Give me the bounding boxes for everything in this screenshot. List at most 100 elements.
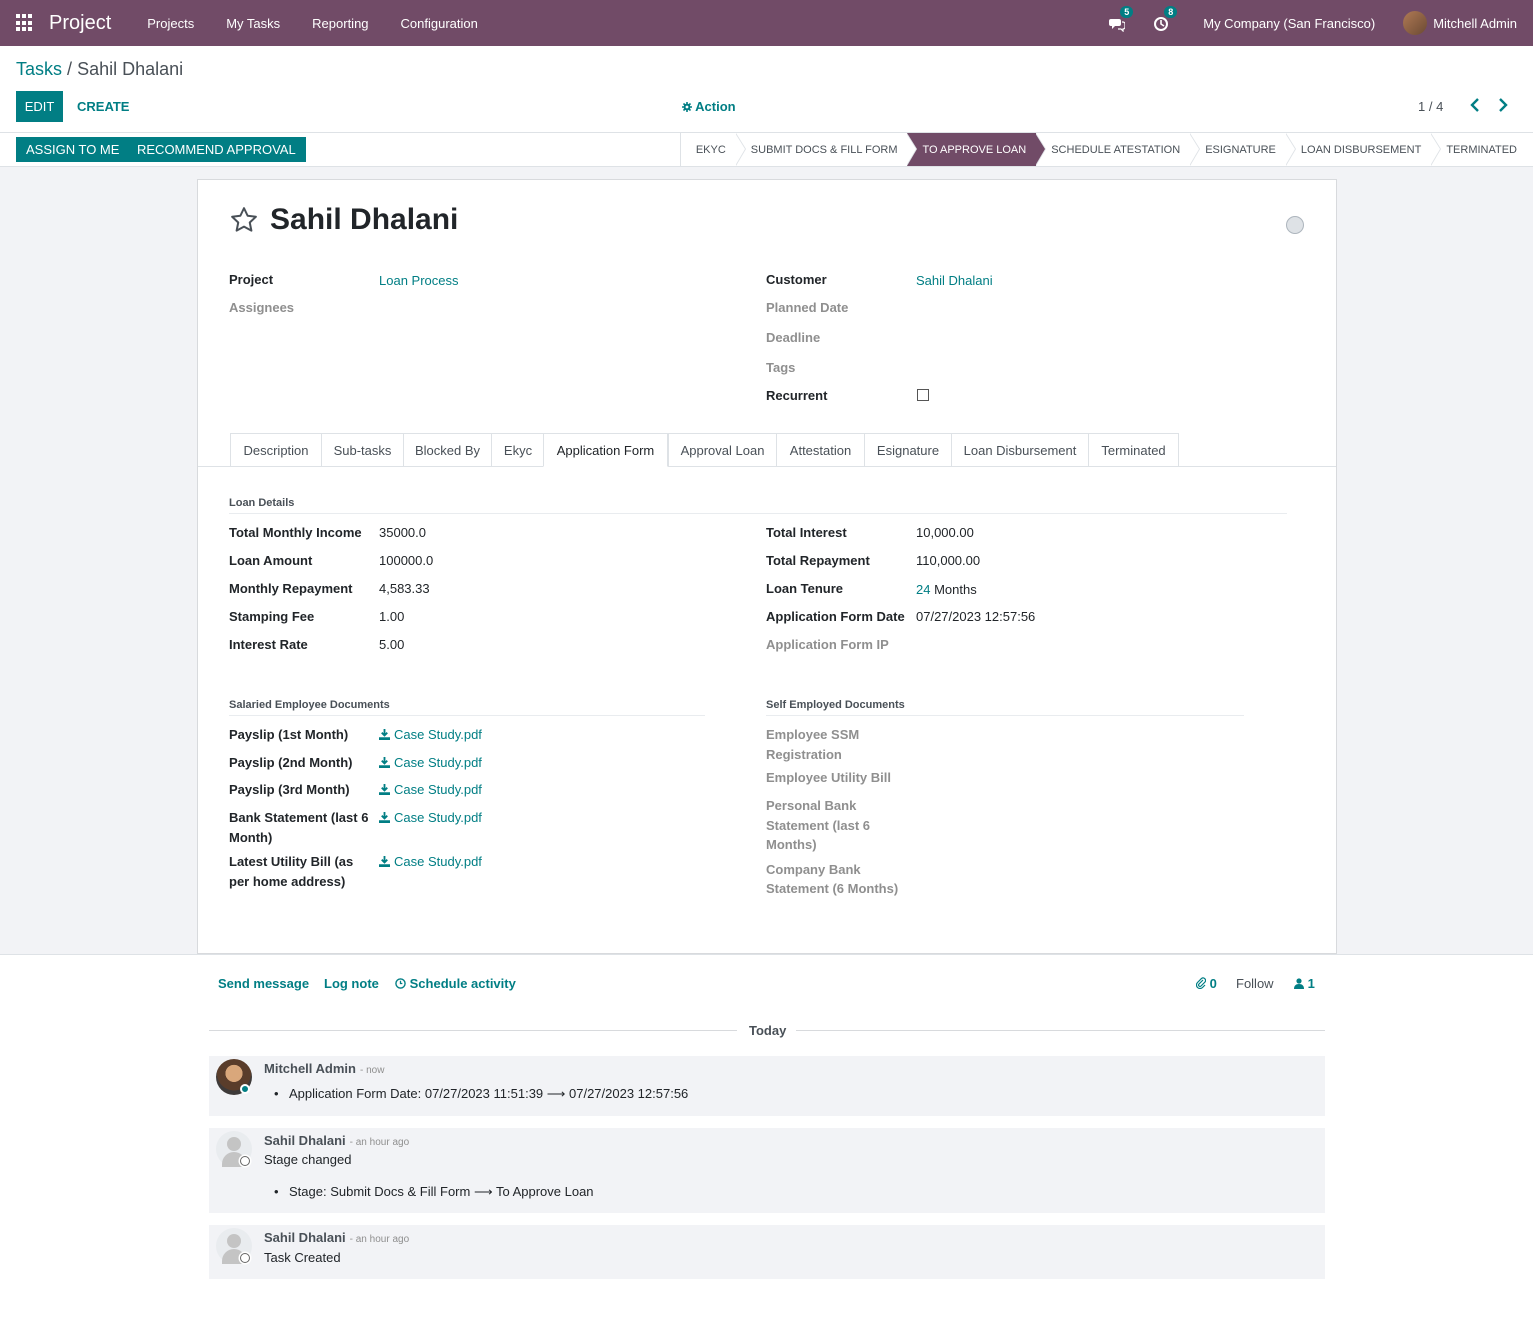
follow-button[interactable]: Follow (1236, 976, 1274, 991)
loan-tenure-number: 24 (916, 582, 931, 597)
tab-attestation[interactable]: Attestation (776, 433, 864, 467)
application-form-date-value: 07/27/2023 12:57:56 (916, 609, 1036, 624)
tab-sub-tasks[interactable]: Sub-tasks (321, 433, 403, 467)
self-employed-docs-title: Self Employed Documents (766, 699, 1244, 716)
schedule-activity-button[interactable]: Schedule activity (395, 976, 516, 991)
kanban-state-indicator[interactable] (1286, 216, 1304, 234)
company-bank-label-line1: Company Bank (766, 862, 861, 877)
project-label: Project (229, 272, 274, 287)
message-author[interactable]: Mitchell Admin - now (264, 1061, 384, 1076)
payslip-1-label: Payslip (1st Month) (229, 727, 349, 742)
user-avatar[interactable] (1403, 11, 1428, 35)
menu-reporting[interactable]: Reporting (296, 16, 384, 31)
payslip-3-file[interactable]: Case Study.pdf (379, 782, 482, 797)
company-switcher[interactable]: My Company (San Francisco) (1203, 16, 1375, 31)
tab-blocked-by[interactable]: Blocked By (403, 433, 491, 467)
messages-menu[interactable]: 5 (1109, 6, 1134, 32)
tab-loan-disbursement[interactable]: Loan Disbursement (951, 433, 1088, 467)
payslip-1-file[interactable]: Case Study.pdf (379, 727, 482, 742)
monthly-repayment-label: Monthly Repayment (229, 581, 353, 596)
menu-my-tasks[interactable]: My Tasks (210, 16, 296, 31)
customer-value[interactable]: Sahil Dhalani (916, 273, 993, 288)
chevron-left-icon[interactable] (1468, 97, 1482, 113)
interest-rate-label: Interest Rate (229, 637, 308, 652)
stage-submit-docs-fill-form[interactable]: SUBMIT DOCS & FILL FORM (736, 133, 918, 166)
clock-icon (1154, 17, 1169, 31)
utility-bill-file[interactable]: Case Study.pdf (379, 854, 482, 869)
create-button[interactable]: CREATE (71, 91, 135, 122)
author-name: Sahil Dhalani (264, 1133, 346, 1148)
assignees-label: Assignees (229, 300, 295, 315)
bank-statement-label-line2: Month) (229, 830, 273, 845)
task-title[interactable]: Sahil Dhalani (270, 203, 458, 237)
download-icon (379, 856, 390, 867)
chevron-right-icon[interactable] (1496, 97, 1510, 113)
message-author[interactable]: Sahil Dhalani - an hour ago (264, 1133, 409, 1148)
message-author[interactable]: Sahil Dhalani - an hour ago (264, 1230, 409, 1245)
tracking-value: Stage: Submit Docs & Fill Form ⟶ To Appr… (274, 1184, 594, 1200)
tab-esignature[interactable]: Esignature (864, 433, 951, 467)
tab-application-form[interactable]: Application Form (543, 433, 668, 467)
payslip-2-file[interactable]: Case Study.pdf (379, 755, 482, 770)
monthly-repayment-value: 4,583.33 (379, 581, 430, 596)
menu-configuration[interactable]: Configuration (385, 16, 494, 31)
payslip-3-label: Payslip (3rd Month) (229, 782, 350, 797)
file-name: Case Study.pdf (394, 782, 482, 797)
stage-to-approve-loan[interactable]: TO APPROVE LOAN (907, 133, 1047, 166)
download-icon (379, 757, 390, 768)
tracking-value: Application Form Date: 07/27/2023 11:51:… (274, 1086, 688, 1102)
tab-description[interactable]: Description (230, 433, 321, 467)
star-icon[interactable] (229, 205, 259, 235)
attachments-count: 0 (1209, 976, 1217, 991)
project-value[interactable]: Loan Process (379, 273, 459, 288)
file-name: Case Study.pdf (394, 727, 482, 742)
menu-projects[interactable]: Projects (131, 16, 210, 31)
file-name: Case Study.pdf (394, 755, 482, 770)
breadcrumb-tasks[interactable]: Tasks (16, 59, 62, 79)
followers-button[interactable]: 1 (1294, 976, 1315, 991)
send-message-button[interactable]: Send message (218, 976, 309, 991)
download-icon (379, 784, 390, 795)
stage-terminated[interactable]: TERMINATED (1431, 133, 1533, 166)
stage-label: ESIGNATURE (1205, 143, 1276, 156)
tab-terminated[interactable]: Terminated (1088, 433, 1179, 467)
stage-schedule-atestation[interactable]: SCHEDULE ATESTATION (1036, 133, 1201, 166)
assign-to-me-button[interactable]: ASSIGN TO ME (16, 137, 130, 162)
stage-ekyc[interactable]: EKYC (681, 133, 746, 166)
app-brand[interactable]: Project (49, 12, 111, 35)
recommend-approval-button[interactable]: RECOMMEND APPROVAL (127, 137, 306, 162)
action-menu[interactable]: Action (682, 99, 736, 114)
application-form-ip-label: Application Form IP (766, 637, 889, 652)
salaried-docs-title: Salaried Employee Documents (229, 699, 705, 716)
personal-bank-label-line2: Statement (last 6 (766, 818, 871, 833)
message-time: - an hour ago (349, 1234, 410, 1245)
attachments-button[interactable]: 0 (1195, 976, 1217, 991)
loan-details-title: Loan Details (229, 497, 1287, 514)
message-body: Stage changed (264, 1152, 352, 1167)
top-navbar: Project Projects My Tasks Reporting Conf… (0, 0, 1533, 46)
loan-tenure-unit: Months (934, 582, 977, 597)
date-separator-line (209, 1030, 737, 1031)
file-name: Case Study.pdf (394, 810, 482, 825)
apps-menu-icon[interactable] (16, 14, 34, 32)
tab-ekyc[interactable]: Ekyc (491, 433, 544, 467)
chatter-message: Mitchell Admin- now Application Form Dat… (209, 1056, 1325, 1116)
stage-esignature[interactable]: ESIGNATURE (1190, 133, 1296, 166)
activities-menu[interactable]: 8 (1153, 6, 1178, 32)
bank-statement-file[interactable]: Case Study.pdf (379, 810, 482, 825)
company-bank-label-line2: Statement (6 Months) (766, 881, 899, 896)
stage-label: TO APPROVE LOAN (922, 143, 1027, 156)
tab-approval-loan[interactable]: Approval Loan (668, 433, 776, 467)
employee-utility-bill-label: Employee Utility Bill (766, 770, 891, 785)
log-note-button[interactable]: Log note (324, 976, 379, 991)
author-name: Sahil Dhalani (264, 1230, 346, 1245)
stamping-fee-value: 1.00 (379, 609, 405, 624)
total-interest-value: 10,000.00 (916, 525, 974, 540)
loan-tenure-value: 24 Months (916, 582, 977, 597)
activities-count-badge: 8 (1164, 6, 1178, 18)
pager-value[interactable]: 1 / 4 (1418, 99, 1443, 114)
stage-loan-disbursement[interactable]: LOAN DISBURSEMENT (1286, 133, 1442, 166)
user-menu[interactable]: Mitchell Admin (1433, 16, 1517, 31)
edit-button[interactable]: EDIT (16, 91, 63, 122)
recurrent-checkbox[interactable] (917, 389, 929, 401)
